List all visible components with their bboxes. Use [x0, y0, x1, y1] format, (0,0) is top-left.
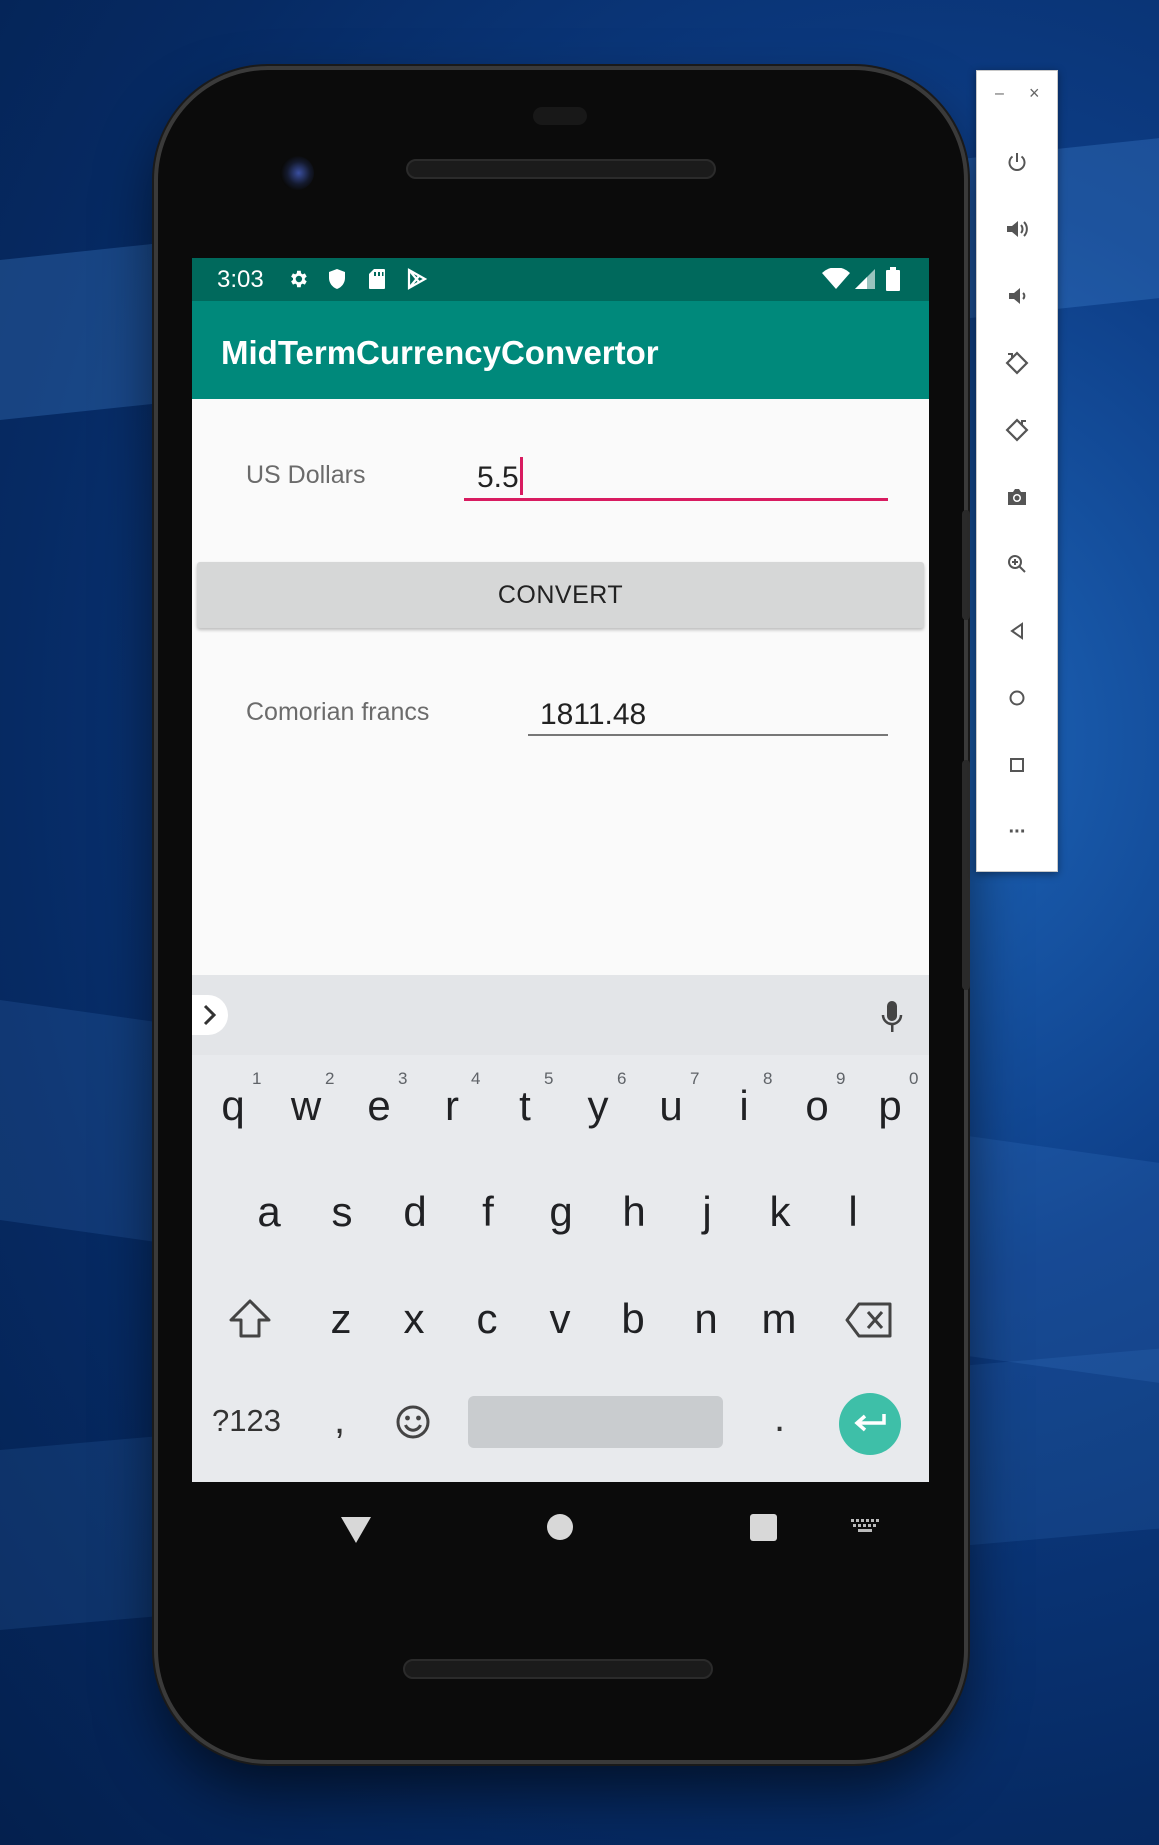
key-r[interactable]: r: [422, 1082, 482, 1130]
shield-icon: [326, 268, 348, 290]
home-icon[interactable]: [977, 678, 1057, 718]
key-v[interactable]: v: [530, 1295, 590, 1343]
battery-icon: [882, 267, 904, 291]
text-cursor: [519, 457, 523, 495]
bottom-speaker: [403, 1659, 713, 1679]
keyboard-toolbar: [192, 975, 929, 1055]
app-bar: MidTermCurrencyConvertor: [192, 301, 929, 399]
key-t[interactable]: t: [495, 1082, 555, 1130]
key-d[interactable]: d: [385, 1188, 445, 1236]
minimize-button[interactable]: –: [995, 85, 1004, 103]
more-icon[interactable]: ···: [977, 812, 1057, 852]
usd-input-value: 5.5: [477, 457, 523, 498]
key-l[interactable]: l: [823, 1188, 883, 1236]
period-key[interactable]: .: [774, 1396, 785, 1441]
key-s[interactable]: s: [312, 1188, 372, 1236]
play-store-icon: [406, 268, 428, 290]
microphone-icon[interactable]: [880, 1000, 904, 1034]
enter-key[interactable]: [839, 1393, 901, 1455]
key-h[interactable]: h: [604, 1188, 664, 1236]
key-e[interactable]: e: [349, 1082, 409, 1130]
shift-icon[interactable]: [228, 1298, 272, 1340]
result-field[interactable]: 1811.48: [528, 683, 888, 738]
usd-label: US Dollars: [246, 461, 366, 489]
symbols-key[interactable]: ?123: [212, 1403, 281, 1439]
rotate-right-icon[interactable]: [977, 410, 1057, 450]
overview-icon[interactable]: [977, 745, 1057, 785]
enter-icon: [854, 1414, 886, 1432]
key-hint-4: 4: [471, 1069, 481, 1088]
back-nav-icon[interactable]: [339, 1515, 373, 1545]
usd-input[interactable]: 5.5: [464, 448, 888, 503]
app-title: MidTermCurrencyConvertor: [221, 334, 659, 371]
key-i[interactable]: i: [714, 1082, 774, 1130]
key-f[interactable]: f: [458, 1188, 518, 1236]
key-j[interactable]: j: [677, 1188, 737, 1236]
emoji-icon[interactable]: [395, 1404, 431, 1440]
comma-key[interactable]: ,: [334, 1398, 345, 1443]
key-k[interactable]: k: [750, 1188, 810, 1236]
back-icon[interactable]: [977, 611, 1057, 651]
volume-up-icon[interactable]: [977, 209, 1057, 249]
key-hint-0: 0: [909, 1069, 919, 1088]
keyboard-switch-icon[interactable]: [851, 1519, 881, 1537]
key-c[interactable]: c: [457, 1295, 517, 1343]
home-nav-icon[interactable]: [547, 1514, 573, 1540]
key-q[interactable]: q: [203, 1082, 263, 1130]
key-b[interactable]: b: [603, 1295, 663, 1343]
status-time: 3:03: [217, 266, 264, 293]
convert-button[interactable]: CONVERT: [197, 562, 924, 628]
key-m[interactable]: m: [749, 1295, 809, 1343]
key-hint-5: 5: [544, 1069, 554, 1088]
camera-icon[interactable]: [977, 477, 1057, 517]
chevron-right-icon[interactable]: [192, 995, 228, 1035]
front-camera: [280, 156, 314, 190]
usd-input-underline: [464, 498, 888, 501]
phone-volume-button: [962, 760, 970, 990]
key-x[interactable]: x: [384, 1295, 444, 1343]
key-z[interactable]: z: [311, 1295, 371, 1343]
result-value: 1811.48: [540, 698, 647, 731]
top-speaker: [406, 159, 716, 179]
system-nav-bar: [192, 1482, 929, 1582]
result-underline: [528, 734, 888, 736]
key-g[interactable]: g: [531, 1188, 591, 1236]
key-o[interactable]: o: [787, 1082, 847, 1130]
key-hint-9: 9: [836, 1069, 846, 1088]
emulator-control-panel: – × ···: [976, 70, 1058, 872]
result-label: Comorian francs: [246, 698, 430, 726]
key-hint-1: 1: [252, 1069, 262, 1088]
settings-icon: [287, 268, 309, 290]
proximity-sensor: [533, 107, 587, 125]
power-icon[interactable]: [977, 142, 1057, 182]
key-hint-6: 6: [617, 1069, 627, 1088]
sd-card-icon: [366, 268, 388, 290]
volume-down-icon[interactable]: [977, 276, 1057, 316]
backspace-icon[interactable]: [845, 1302, 893, 1338]
key-hint-2: 2: [325, 1069, 335, 1088]
key-u[interactable]: u: [641, 1082, 701, 1130]
key-hint-8: 8: [763, 1069, 773, 1088]
key-a[interactable]: a: [239, 1188, 299, 1236]
rotate-left-icon[interactable]: [977, 343, 1057, 383]
key-y[interactable]: y: [568, 1082, 628, 1130]
key-p[interactable]: p: [860, 1082, 920, 1130]
overview-nav-icon[interactable]: [750, 1514, 777, 1541]
key-n[interactable]: n: [676, 1295, 736, 1343]
space-key[interactable]: [468, 1396, 723, 1448]
signal-icon: [854, 268, 876, 290]
key-w[interactable]: w: [276, 1082, 336, 1130]
status-bar: 3:03: [192, 258, 929, 301]
wifi-icon: [822, 268, 850, 290]
phone-power-button: [962, 510, 970, 620]
key-hint-7: 7: [690, 1069, 700, 1088]
zoom-icon[interactable]: [977, 544, 1057, 584]
close-button[interactable]: ×: [1029, 83, 1040, 104]
key-hint-3: 3: [398, 1069, 408, 1088]
